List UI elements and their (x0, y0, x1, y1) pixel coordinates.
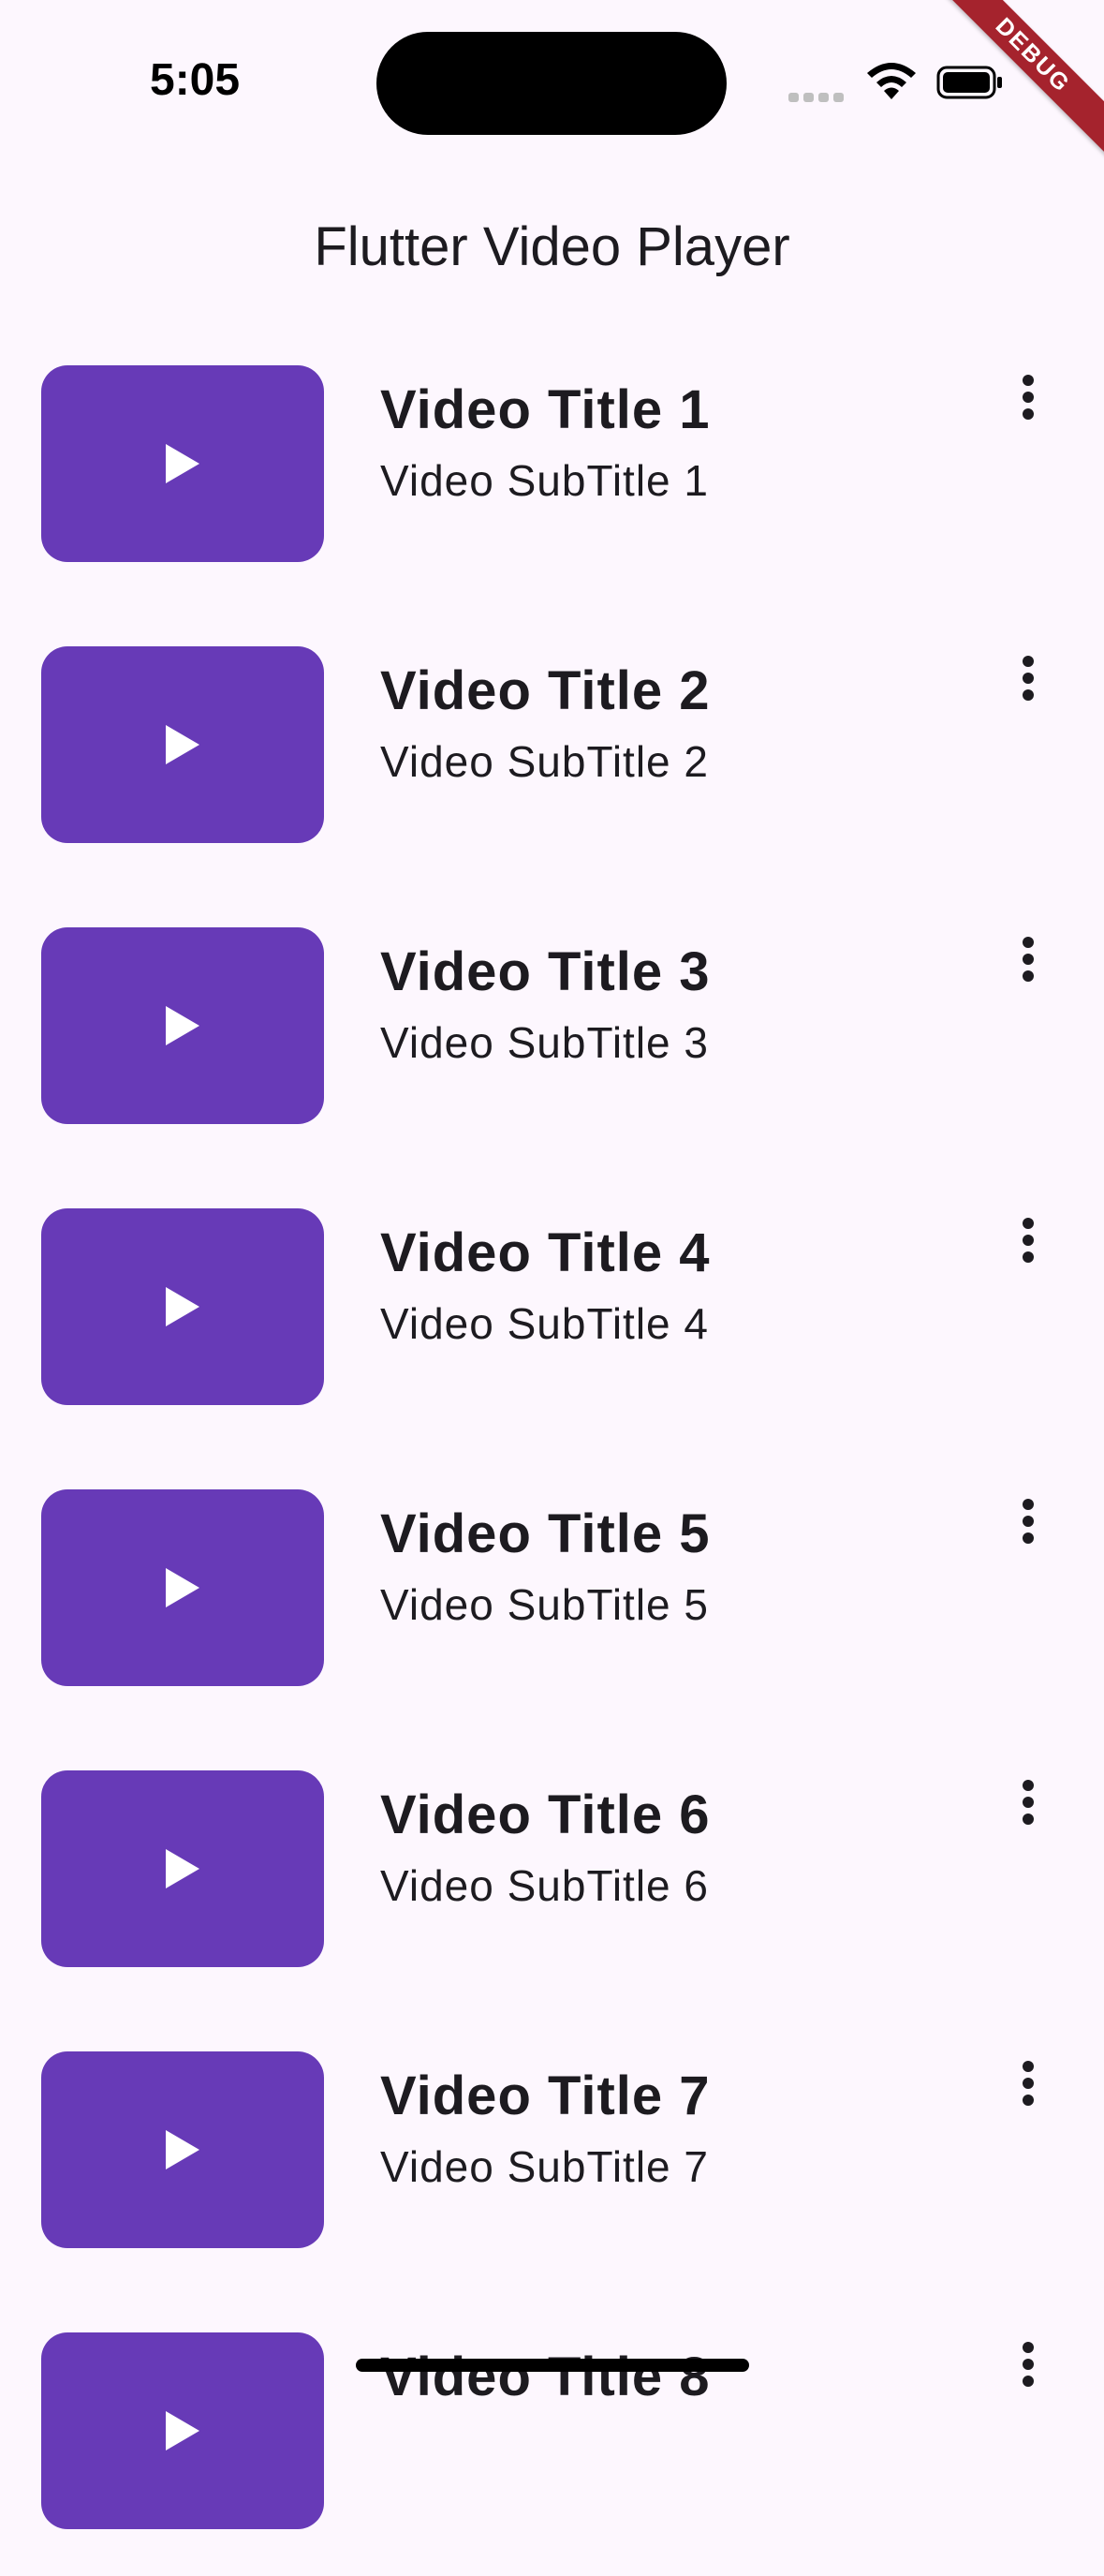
video-list-item[interactable]: Video Title 2 Video SubTitle 2 (0, 609, 1104, 890)
more-vert-icon[interactable] (1009, 2055, 1047, 2111)
more-vert-icon[interactable] (1009, 1774, 1047, 1830)
video-title: Video Title 1 (380, 379, 711, 440)
video-subtitle: Video SubTitle 2 (380, 737, 710, 786)
video-thumbnail[interactable] (41, 1489, 324, 1686)
video-thumbnail[interactable] (41, 1208, 324, 1405)
video-title: Video Title 5 (380, 1503, 711, 1564)
video-list-item[interactable]: Video Title 4 Video SubTitle 4 (0, 1171, 1104, 1452)
status-bar: 5:05 DEBUG (0, 0, 1104, 169)
play-icon (166, 1287, 199, 1326)
video-subtitle: Video SubTitle 5 (380, 1580, 710, 1629)
status-time: 5:05 (150, 55, 241, 105)
dynamic-island (376, 32, 727, 135)
video-list-item[interactable]: Video Title 8 (0, 2295, 1104, 2576)
video-title: Video Title 4 (380, 1222, 711, 1283)
more-vert-icon[interactable] (1009, 2336, 1047, 2392)
more-vert-icon[interactable] (1009, 1212, 1047, 1268)
video-thumbnail[interactable] (41, 927, 324, 1124)
home-indicator[interactable] (356, 2359, 749, 2372)
play-icon (166, 1849, 199, 1888)
more-vert-icon[interactable] (1009, 650, 1047, 706)
video-title: Video Title 7 (380, 2065, 711, 2126)
app-bar: Flutter Video Player (0, 169, 1104, 328)
more-vert-icon[interactable] (1009, 369, 1047, 425)
video-title: Video Title 2 (380, 660, 711, 721)
video-list-item[interactable]: Video Title 6 Video SubTitle 6 (0, 1733, 1104, 2014)
video-thumbnail[interactable] (41, 365, 324, 562)
play-icon (166, 2130, 199, 2169)
video-subtitle: Video SubTitle 6 (380, 1861, 710, 1910)
video-list-item[interactable]: Video Title 7 Video SubTitle 7 (0, 2014, 1104, 2295)
video-list: Video Title 1 Video SubTitle 1 Video Title… (0, 328, 1104, 2576)
video-subtitle: Video SubTitle 4 (380, 1299, 710, 1348)
page-title: Flutter Video Player (314, 216, 790, 277)
cellular-signal-icon (788, 90, 848, 102)
play-icon (166, 444, 199, 483)
video-title: Video Title 8 (380, 2347, 711, 2407)
video-thumbnail[interactable] (41, 2332, 324, 2529)
wifi-icon (867, 63, 916, 99)
play-icon (166, 1006, 199, 1045)
video-subtitle: Video SubTitle 3 (380, 1018, 710, 1067)
video-thumbnail[interactable] (41, 2051, 324, 2248)
video-subtitle: Video SubTitle 1 (380, 456, 710, 505)
more-vert-icon[interactable] (1009, 931, 1047, 987)
battery-icon (936, 66, 1002, 99)
play-icon (166, 725, 199, 764)
play-icon (166, 1568, 199, 1607)
video-subtitle: Video SubTitle 7 (380, 2142, 710, 2191)
video-thumbnail[interactable] (41, 1770, 324, 1967)
video-title: Video Title 3 (380, 941, 711, 1002)
play-icon (166, 2411, 199, 2450)
video-list-item[interactable]: Video Title 5 Video SubTitle 5 (0, 1452, 1104, 1733)
video-list-item[interactable]: Video Title 1 Video SubTitle 1 (0, 328, 1104, 609)
video-thumbnail[interactable] (41, 646, 324, 843)
video-list-item[interactable]: Video Title 3 Video SubTitle 3 (0, 890, 1104, 1171)
video-title: Video Title 6 (380, 1784, 711, 1845)
more-vert-icon[interactable] (1009, 1493, 1047, 1549)
